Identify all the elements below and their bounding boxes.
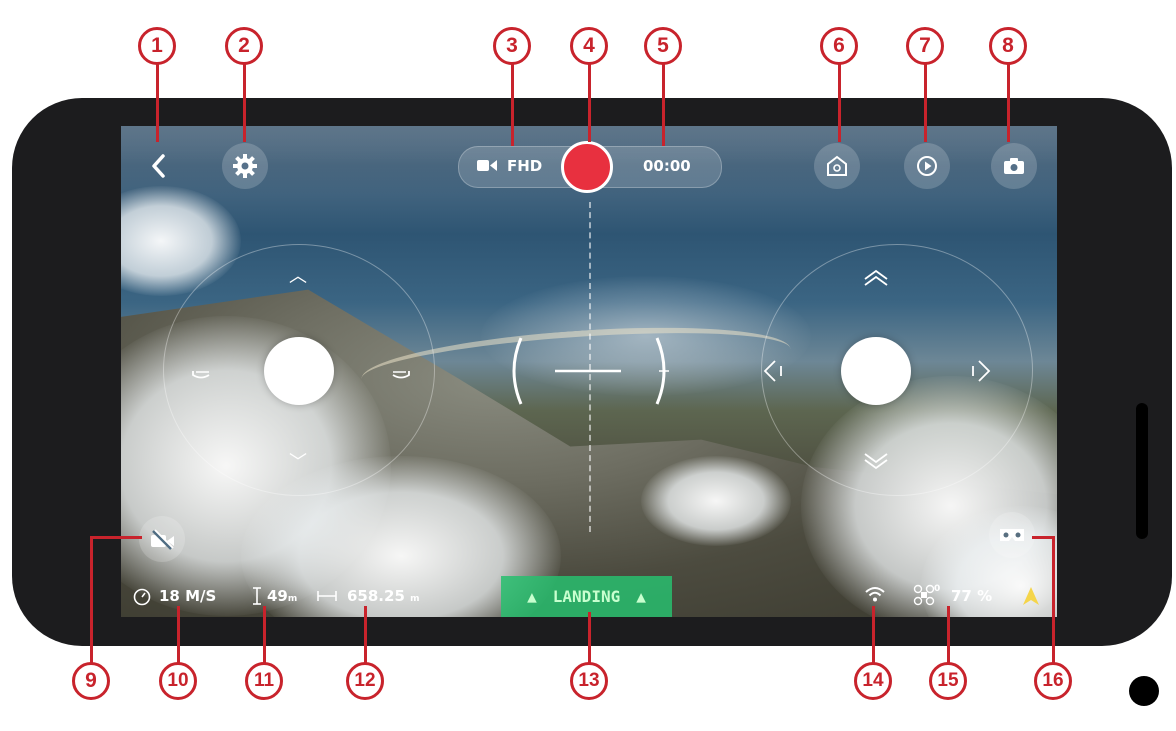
rotate-right-icon xyxy=(392,371,410,379)
callout-leader xyxy=(838,64,841,142)
callout-leader xyxy=(243,64,246,142)
callout-10: 10 xyxy=(159,662,197,700)
callout-leader xyxy=(872,606,875,664)
settings-button[interactable] xyxy=(222,143,268,189)
callout-9: 9 xyxy=(72,662,110,700)
vr-goggles-icon xyxy=(1000,529,1024,541)
callout-leader xyxy=(1052,536,1055,664)
distance-unit: m xyxy=(410,594,420,604)
callout-15: 15 xyxy=(929,662,967,700)
gear-icon xyxy=(233,154,257,178)
home-point-icon xyxy=(827,155,847,176)
callout-5: 5 xyxy=(644,27,682,65)
right-joystick[interactable] xyxy=(841,337,911,405)
speed-readout: 18 M/S xyxy=(159,587,217,605)
callout-leader xyxy=(263,606,266,664)
callout-leader xyxy=(1007,64,1010,142)
callout-16: 16 xyxy=(1034,662,1072,700)
landing-label: LANDING xyxy=(552,587,621,606)
back-button[interactable] xyxy=(136,143,182,189)
callout-leader xyxy=(511,64,514,146)
callout-leader xyxy=(156,64,159,142)
landing-arrow-icon: ▲ xyxy=(527,587,537,606)
right-arrow-icon xyxy=(972,360,991,382)
left-arrow-icon xyxy=(763,360,782,382)
record-timer: 00:00 xyxy=(643,157,691,175)
forward-arrow-icon xyxy=(864,269,888,286)
callout-14: 14 xyxy=(854,662,892,700)
phone-home-button xyxy=(1129,676,1159,706)
ascend-arrow-icon: ︿ xyxy=(289,266,307,287)
camera-view: FHD 00:00 ︿ ﹀ 18 M/S 49m 658.25 m ▲ LAND… xyxy=(121,126,1057,617)
video-camera-icon xyxy=(477,160,497,171)
callout-leader xyxy=(364,606,367,664)
camera-icon xyxy=(1004,158,1024,174)
descend-arrow-icon: ﹀ xyxy=(289,452,307,473)
callout-leader xyxy=(662,64,665,146)
altitude-value: 49 xyxy=(267,587,288,605)
playback-button[interactable] xyxy=(904,143,950,189)
cloud xyxy=(641,456,791,546)
rotate-left-icon xyxy=(192,371,210,379)
callout-13: 13 xyxy=(570,662,608,700)
callout-leader xyxy=(1032,536,1054,539)
callout-leader xyxy=(588,612,591,664)
vr-mode-button[interactable] xyxy=(989,512,1035,558)
callout-leader xyxy=(90,536,142,539)
callout-8: 8 xyxy=(989,27,1027,65)
satellite-count: 0 xyxy=(934,584,941,594)
callout-leader xyxy=(588,64,591,142)
altitude-readout: 49m xyxy=(267,587,297,605)
back-icon xyxy=(152,154,165,178)
speedometer-icon xyxy=(133,588,151,606)
compass-icon xyxy=(1023,587,1039,605)
playback-icon xyxy=(917,156,937,176)
distance-readout: 658.25 m xyxy=(347,587,420,605)
callout-leader xyxy=(924,64,927,142)
callout-7: 7 xyxy=(906,27,944,65)
landing-button[interactable]: ▲ LANDING ▲ xyxy=(501,576,672,617)
callout-1: 1 xyxy=(138,27,176,65)
callout-leader xyxy=(90,537,93,663)
altitude-icon xyxy=(253,587,261,605)
phone-speaker xyxy=(1136,403,1148,539)
wifi-icon xyxy=(865,587,885,602)
callout-3: 3 xyxy=(493,27,531,65)
distance-icon xyxy=(317,591,337,601)
callout-11: 11 xyxy=(245,662,283,700)
battery-readout: 77 % xyxy=(951,587,993,605)
photo-mode-button[interactable] xyxy=(991,143,1037,189)
callout-12: 12 xyxy=(346,662,384,700)
callout-4: 4 xyxy=(570,27,608,65)
record-button[interactable] xyxy=(561,141,613,193)
distance-value: 658.25 xyxy=(347,587,405,605)
attitude-reticle xyxy=(512,337,669,405)
callout-leader xyxy=(177,606,180,664)
return-home-button[interactable] xyxy=(814,143,860,189)
left-joystick[interactable] xyxy=(264,337,334,405)
altitude-unit: m xyxy=(287,594,298,604)
landing-arrow-icon: ▲ xyxy=(636,587,646,606)
callout-leader xyxy=(947,606,950,664)
camera-toggle-button[interactable] xyxy=(139,516,185,562)
drone-icon xyxy=(913,584,935,606)
callout-2: 2 xyxy=(225,27,263,65)
callout-6: 6 xyxy=(820,27,858,65)
camera-off-icon xyxy=(151,529,174,550)
resolution-label[interactable]: FHD xyxy=(507,157,542,175)
backward-arrow-icon xyxy=(864,453,888,470)
